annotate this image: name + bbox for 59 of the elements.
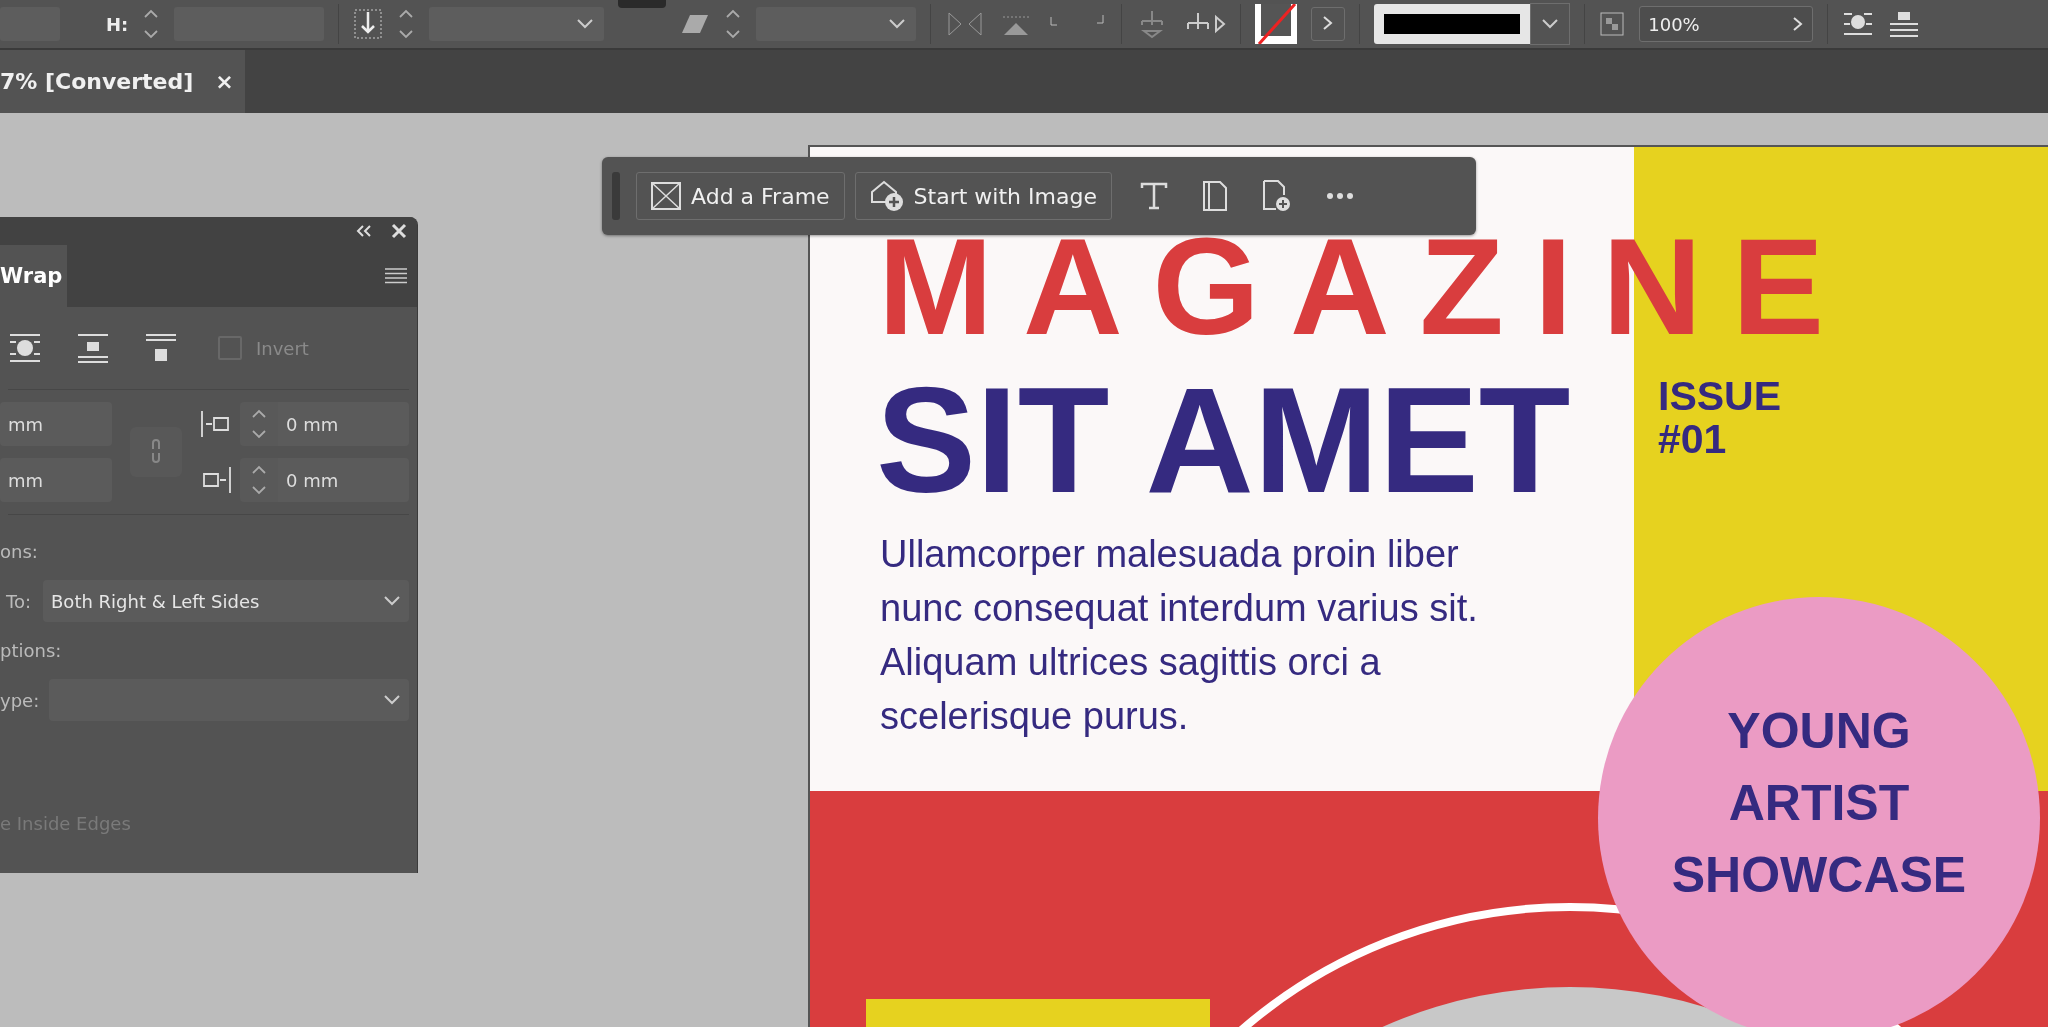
stepper-icon bbox=[250, 407, 268, 441]
start-with-image-button[interactable]: Start with Image bbox=[854, 172, 1112, 220]
menu-icon[interactable] bbox=[385, 268, 407, 284]
wrap-to-label: To: bbox=[5, 590, 31, 612]
chevron-down-icon bbox=[1541, 18, 1560, 30]
wrap-to-dropdown[interactable]: Both Right & Left Sides bbox=[43, 580, 409, 622]
document-tab[interactable]: 7% [Converted] × bbox=[0, 50, 245, 113]
bottom-offset-field[interactable]: mm bbox=[0, 458, 112, 502]
body-paragraph: Ullamcorper malesuada proin liber nunc consequat interdum varius sit. Aliquam ultrices sagittis orci a scelerisque purus. bbox=[880, 532, 1479, 739]
chevron-right-icon bbox=[1322, 14, 1335, 31]
more-icon[interactable] bbox=[1325, 192, 1354, 200]
offset-field[interactable]: 0 mm bbox=[278, 458, 409, 502]
jump-object-icon[interactable] bbox=[76, 333, 110, 363]
chevron-down-icon bbox=[383, 595, 401, 607]
shear-field[interactable] bbox=[756, 7, 917, 41]
jump-to-next-column-icon[interactable] bbox=[144, 333, 178, 363]
add-page-icon[interactable] bbox=[1261, 179, 1292, 213]
offset-field[interactable]: 0 mm bbox=[278, 402, 409, 446]
right-offset-icon bbox=[200, 465, 232, 495]
text-wrap-icon[interactable] bbox=[1842, 10, 1875, 38]
badge-text: YOUNG ARTIST SHOWCASE bbox=[1670, 702, 1968, 905]
height-label: H: bbox=[106, 13, 129, 35]
chevron-down-icon bbox=[888, 18, 907, 30]
chevron-down-icon bbox=[383, 694, 401, 706]
stepper-icon[interactable] bbox=[724, 7, 743, 41]
arrow-button[interactable] bbox=[1311, 7, 1346, 41]
stroke-none-swatch-icon[interactable] bbox=[1255, 4, 1298, 44]
panel-tab[interactable]: Wrap bbox=[0, 245, 67, 307]
add-frame-button[interactable]: Add a Frame bbox=[636, 172, 845, 220]
type-label: ype: bbox=[0, 689, 40, 711]
stroke-style-dropdown[interactable] bbox=[1374, 4, 1571, 44]
opacity-icon bbox=[1599, 11, 1626, 37]
page-icon[interactable] bbox=[1201, 180, 1228, 212]
stepper-control[interactable] bbox=[240, 458, 278, 502]
left-offset-icon bbox=[200, 409, 232, 439]
close-button[interactable]: × bbox=[215, 69, 234, 94]
stepper-icon[interactable] bbox=[397, 7, 416, 41]
text-icon[interactable] bbox=[1139, 182, 1168, 210]
issue-number: ISSUE #01 bbox=[1658, 375, 1783, 462]
align-icon[interactable] bbox=[1888, 10, 1921, 38]
fill-swatch[interactable] bbox=[618, 0, 667, 8]
opacity-field[interactable]: 100% bbox=[1639, 6, 1814, 42]
rotation-field[interactable] bbox=[429, 7, 605, 41]
contour-options-label: ptions: bbox=[0, 640, 63, 661]
wrap-options-label: ons: bbox=[0, 541, 39, 562]
close-icon[interactable] bbox=[391, 223, 407, 239]
shear-icon bbox=[680, 13, 711, 35]
wrap-object-shape-icon[interactable] bbox=[8, 333, 42, 363]
collapse-icon[interactable] bbox=[355, 224, 373, 238]
image-add-icon bbox=[869, 180, 904, 212]
stepper-icon bbox=[250, 463, 268, 497]
download-icon[interactable] bbox=[353, 8, 384, 40]
stepper-icon[interactable] bbox=[142, 7, 161, 41]
chevron-down-icon bbox=[576, 18, 595, 30]
magazine-subtitle: SIT AMET bbox=[876, 365, 1571, 515]
stepper-control[interactable] bbox=[240, 402, 278, 446]
toolbar-grip[interactable] bbox=[612, 172, 620, 220]
frame-icon bbox=[651, 182, 681, 210]
top-offset-field[interactable]: mm bbox=[0, 402, 112, 446]
